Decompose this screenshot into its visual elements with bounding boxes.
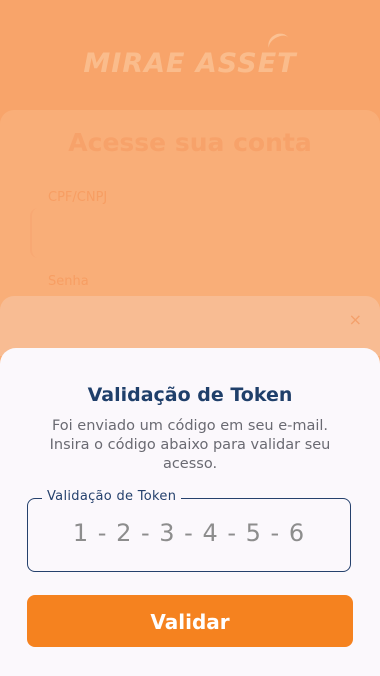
modal-backdrop — [0, 296, 380, 356]
token-input-placeholder[interactable]: 1 - 2 - 3 - 4 - 5 - 6 — [28, 519, 350, 547]
brand-logo: MIRAE ASSET — [0, 48, 380, 81]
cpf-input — [30, 208, 352, 258]
token-input[interactable]: Validação de Token 1 - 2 - 3 - 4 - 5 - 6 — [27, 489, 351, 572]
modal-title: Validação de Token — [87, 384, 293, 406]
login-title: Acesse sua conta — [68, 128, 312, 157]
token-input-label: Validação de Token — [42, 489, 182, 504]
token-modal: Validação de Token Foi enviado um código… — [0, 348, 380, 676]
close-icon[interactable]: × — [349, 310, 362, 329]
cpf-label: CPF/CNPJ — [48, 190, 108, 205]
brand-name: MIRAE ASSET — [83, 48, 297, 79]
password-label: Senha — [48, 274, 89, 289]
validate-button[interactable]: Validar — [27, 595, 353, 647]
modal-description: Foi enviado um código em seu e-mail. Ins… — [49, 418, 331, 472]
